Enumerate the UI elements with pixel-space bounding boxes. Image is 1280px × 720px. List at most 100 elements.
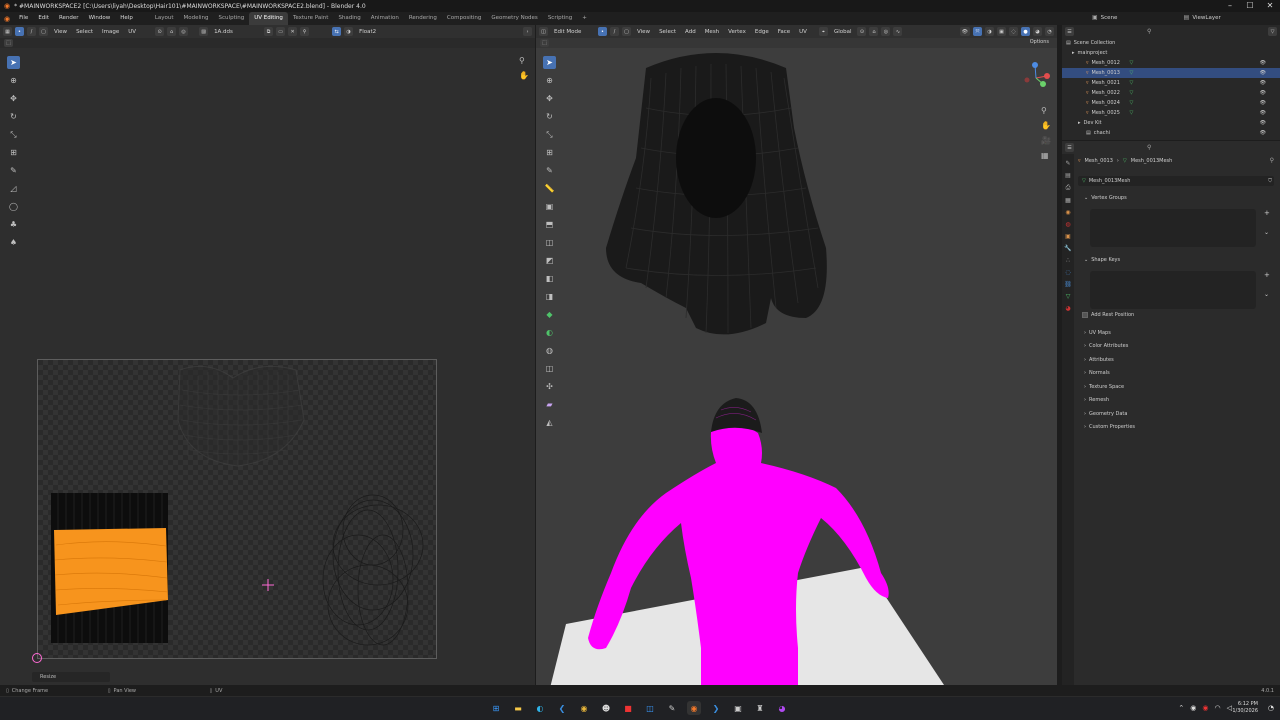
list-menu-chevron-icon[interactable]: ⌄: [1264, 229, 1269, 236]
outliner-item-mesh-0024[interactable]: ▿ Mesh_0024 ▽ 👁: [1062, 98, 1280, 108]
snap-icon[interactable]: ⌂: [167, 27, 177, 36]
fake-user-icon[interactable]: ⛉: [1268, 178, 1272, 184]
face-select-button[interactable]: ▢: [622, 27, 631, 36]
game-app-icon[interactable]: ♜: [753, 701, 767, 715]
data-tab-icon[interactable]: ▽: [1066, 293, 1071, 300]
pin-icon[interactable]: ⚲: [300, 27, 310, 36]
outliner-item-mesh-0022[interactable]: ▿ Mesh_0022 ▽ 👁: [1062, 88, 1280, 98]
color-space-field[interactable]: Float2: [356, 29, 379, 35]
properties-search-icon[interactable]: ⚲: [1147, 144, 1151, 151]
eye-icon[interactable]: 👁: [1260, 80, 1266, 86]
close-button[interactable]: ✕: [1260, 0, 1280, 12]
shading-material-icon[interactable]: ◕: [1033, 27, 1042, 36]
notepad-icon[interactable]: ✎: [665, 701, 679, 715]
uv-image-canvas[interactable]: [37, 359, 437, 659]
vp-active-tool-icon[interactable]: ⬚: [540, 39, 549, 47]
vscode-icon[interactable]: ❮: [555, 701, 569, 715]
vp-menu-edge[interactable]: Edge: [752, 29, 772, 35]
loop-cut-tool-icon[interactable]: ◧: [543, 272, 556, 285]
menu-file[interactable]: File: [14, 12, 33, 25]
maximize-button[interactable]: ☐: [1240, 0, 1260, 12]
zoom-icon[interactable]: ⚲: [519, 56, 529, 65]
section-geometry-data[interactable]: › Geometry Data: [1062, 407, 1280, 421]
poly-build-tool-icon[interactable]: ◆: [543, 308, 556, 321]
uv-sync-icon[interactable]: ⇆: [332, 27, 342, 36]
rotate-tool-icon[interactable]: ↻: [7, 110, 20, 123]
rip-tool-icon[interactable]: ◿: [7, 182, 20, 195]
menu-help[interactable]: Help: [115, 12, 138, 25]
edge-slide-tool-icon[interactable]: ◫: [543, 362, 556, 375]
properties-type-icon[interactable]: ☰: [1065, 143, 1074, 152]
uv-selection-orange[interactable]: [54, 528, 168, 615]
tab-texture-paint[interactable]: Texture Paint: [288, 12, 334, 25]
section-remesh[interactable]: › Remesh: [1062, 394, 1280, 408]
pan-hand-icon[interactable]: ✋: [519, 71, 529, 80]
image-app-icon[interactable]: ▣: [731, 701, 745, 715]
ortho-toggle-icon[interactable]: ▦: [1041, 151, 1051, 160]
uv-sidebar-toggle[interactable]: ›: [523, 27, 532, 36]
file-explorer-icon[interactable]: ▬: [511, 701, 525, 715]
render-tab-icon[interactable]: ▤: [1065, 172, 1071, 179]
tab-scripting[interactable]: Scripting: [543, 12, 577, 25]
tab-sculpting[interactable]: Sculpting: [214, 12, 250, 25]
vp-cursor-tool-icon[interactable]: ⊕: [543, 74, 556, 87]
minimize-button[interactable]: –: [1220, 0, 1240, 12]
world-tab-icon[interactable]: ◍: [1065, 221, 1070, 228]
red-app-icon[interactable]: ■: [621, 701, 635, 715]
outliner-search-icon[interactable]: ⚲: [1147, 28, 1151, 35]
overlay-icon[interactable]: ◑: [344, 27, 354, 36]
gizmo-toggle-icon[interactable]: ⤧: [973, 27, 982, 36]
constraints-tab-icon[interactable]: ⛓: [1064, 281, 1072, 288]
eye-icon[interactable]: 👁: [1260, 90, 1266, 96]
curve-falloff-icon[interactable]: ∿: [893, 27, 903, 36]
tab-rendering[interactable]: Rendering: [404, 12, 442, 25]
shrink-tool-icon[interactable]: ✣: [543, 380, 556, 393]
edge-select-button[interactable]: /: [610, 27, 619, 36]
select-tool-icon[interactable]: ➤: [7, 56, 20, 69]
shading-wireframe-icon[interactable]: ◌: [1009, 27, 1018, 36]
blender-taskbar-icon[interactable]: ◉: [687, 701, 701, 715]
xray-icon[interactable]: ▣: [997, 27, 1006, 36]
eye-icon[interactable]: 👁: [1260, 130, 1266, 136]
options-button[interactable]: Options: [1030, 39, 1049, 45]
eye-icon[interactable]: 👁: [1260, 70, 1266, 76]
snapping-icon[interactable]: ⌂: [869, 27, 879, 36]
shape-key-menu-chevron-icon[interactable]: ⌄: [1264, 291, 1269, 298]
vp-move-tool-icon[interactable]: ✥: [543, 92, 556, 105]
unlink-image-button[interactable]: ✕: [288, 27, 298, 36]
shading-rendered-icon[interactable]: ◔: [1045, 27, 1054, 36]
shape-keys-list[interactable]: [1090, 271, 1256, 309]
tool-tab-icon[interactable]: ✎: [1065, 160, 1070, 167]
tab-layout[interactable]: Layout: [150, 12, 179, 25]
wifi-icon[interactable]: ◠: [1215, 704, 1221, 712]
pivot-point-icon[interactable]: ⊙: [857, 27, 867, 36]
tab-compositing[interactable]: Compositing: [442, 12, 486, 25]
blue-app-icon[interactable]: ◫: [643, 701, 657, 715]
uv-menu-uv[interactable]: UV: [125, 29, 139, 35]
section-uv-maps[interactable]: › UV Maps: [1062, 326, 1280, 340]
open-image-button[interactable]: ▭: [276, 27, 286, 36]
add-workspace-button[interactable]: +: [577, 12, 592, 25]
menu-edit[interactable]: Edit: [33, 12, 54, 25]
vp-rotate-tool-icon[interactable]: ↻: [543, 110, 556, 123]
vp-menu-add[interactable]: Add: [682, 29, 699, 35]
outliner-type-icon[interactable]: ☰: [1065, 27, 1074, 36]
menu-window[interactable]: Window: [84, 12, 116, 25]
vp-transform-tool-icon[interactable]: ⊞: [543, 146, 556, 159]
shading-solid-icon[interactable]: ●: [1021, 27, 1030, 36]
uv-menu-select[interactable]: Select: [73, 29, 96, 35]
pin-icon[interactable]: ⚲: [1270, 157, 1274, 164]
select-mode-vertex-button[interactable]: •: [15, 27, 24, 36]
pivot-icon[interactable]: ⊙: [155, 27, 165, 36]
shape-keys-panel-header[interactable]: ⌄ Shape Keys: [1062, 253, 1280, 266]
vp-menu-face[interactable]: Face: [775, 29, 793, 35]
object-tab-icon[interactable]: ▣: [1065, 233, 1071, 240]
image-browse-icon[interactable]: ▨: [199, 27, 209, 36]
tray-chevron-icon[interactable]: ⌃: [1178, 704, 1184, 712]
view-layer-name[interactable]: ViewLayer: [1192, 15, 1220, 21]
navigation-gizmo[interactable]: [1021, 58, 1051, 98]
eye-icon[interactable]: 👁: [1260, 120, 1266, 126]
volume-icon[interactable]: ◁: [1227, 704, 1232, 712]
pan-view-icon[interactable]: ✋: [1041, 121, 1051, 130]
vp-scale-tool-icon[interactable]: ⤡: [543, 128, 556, 141]
